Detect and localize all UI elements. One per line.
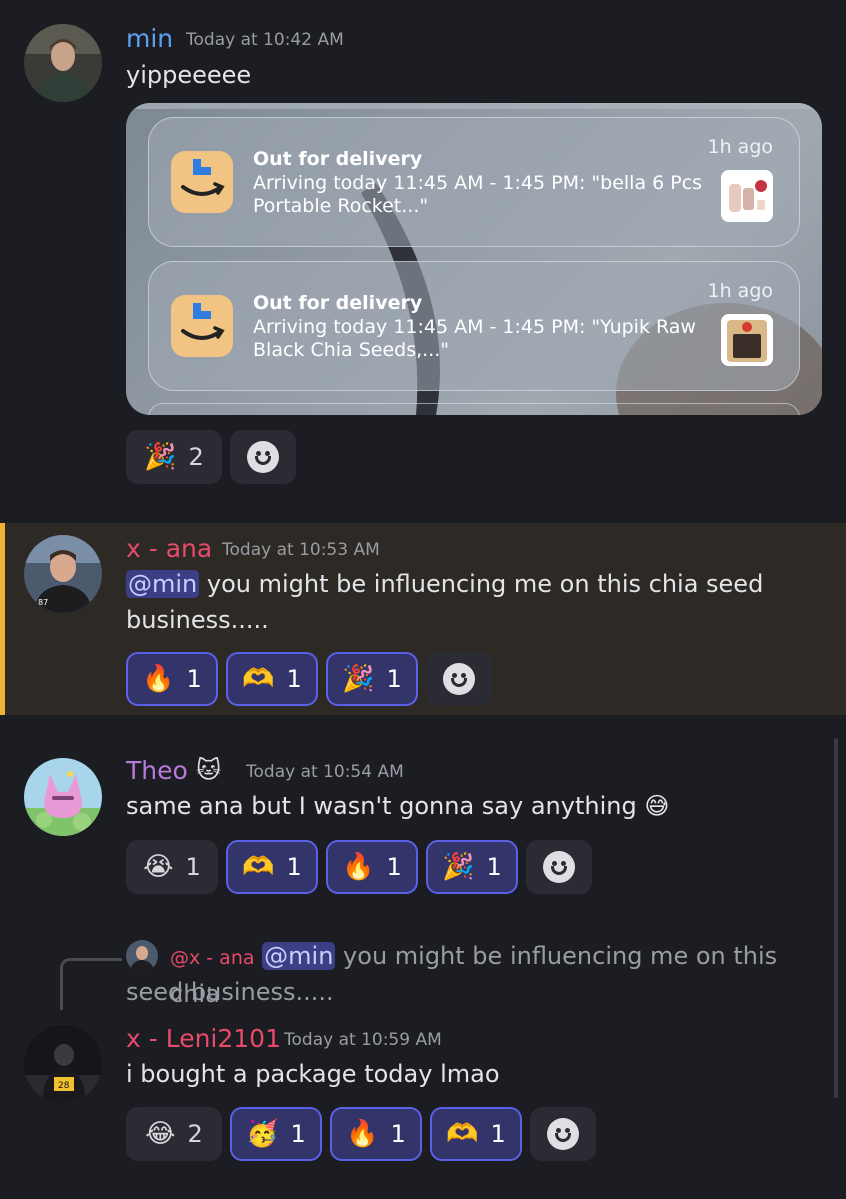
reaction-count: 1 (290, 1120, 306, 1148)
add-reaction-button[interactable] (230, 430, 296, 484)
timestamp: Today at 10:59 AM (284, 1030, 442, 1050)
avatar-min[interactable] (24, 24, 102, 102)
partying-face-icon: 🥳 (246, 1119, 279, 1149)
add-reaction-button[interactable] (530, 1107, 596, 1161)
reaction-partying-face[interactable]: 🥳 1 (230, 1107, 322, 1161)
reaction-count: 1 (286, 665, 302, 693)
reaction-heart-hands[interactable]: 🫶 1 (226, 840, 318, 894)
cat-badge-icon: 🐱 (196, 756, 222, 784)
reaction-fire[interactable]: 🔥 1 (326, 840, 418, 894)
reaction-tears-of-joy[interactable]: 😂 2 (126, 1107, 222, 1161)
notification-body: Arriving today 11:45 AM - 1:45 PM: "bell… (253, 172, 703, 217)
reaction-count: 2 (187, 1120, 203, 1148)
embedded-screenshot[interactable]: Out for delivery Arriving today 11:45 AM… (126, 103, 822, 415)
notification-body: Arriving today 11:45 AM - 1:45 PM: "Yupi… (253, 316, 696, 361)
reaction-count: 1 (386, 665, 402, 693)
party-popper-icon: 🎉 (342, 664, 375, 694)
notification-title: Out for delivery (253, 292, 423, 314)
party-popper-icon: 🎉 (144, 442, 177, 472)
notification-peek (148, 403, 800, 415)
sweat-smile-icon: 😅 (644, 792, 670, 820)
reaction-count: 1 (185, 853, 201, 881)
mention-highlight-bar (0, 523, 5, 715)
reaction-count: 1 (186, 665, 202, 693)
scrollbar[interactable] (834, 738, 838, 1098)
reaction-heart-hands[interactable]: 🫶 1 (430, 1107, 522, 1161)
svg-text:87: 87 (38, 598, 48, 607)
reaction-count: 2 (188, 443, 204, 471)
author-name[interactable]: min (126, 24, 173, 53)
amazon-app-icon (171, 295, 233, 357)
notification-time: 1h ago (707, 280, 774, 302)
message-text-content: same ana but I wasn't gonna say anything (126, 792, 637, 820)
notification-card[interactable]: Out for delivery Arriving today 11:45 AM… (148, 117, 800, 247)
fire-icon: 🔥 (346, 1119, 379, 1149)
loudly-crying-icon: 😭 (143, 852, 174, 882)
reaction-count: 1 (386, 853, 402, 881)
reaction-fire[interactable]: 🔥 1 (330, 1107, 422, 1161)
author-name[interactable]: Theo (126, 756, 188, 785)
add-reaction-button[interactable] (426, 652, 492, 706)
smiley-icon (247, 441, 279, 473)
reaction-count: 1 (486, 853, 502, 881)
fire-icon: 🔥 (342, 852, 375, 882)
heart-hands-icon: 🫶 (242, 664, 275, 694)
add-reaction-button[interactable] (526, 840, 592, 894)
reaction-fire[interactable]: 🔥 1 (126, 652, 218, 706)
timestamp: Today at 10:42 AM (186, 30, 344, 50)
reaction-party[interactable]: 🎉 1 (426, 840, 518, 894)
user-mention[interactable]: @min (126, 570, 200, 598)
avatar-theo[interactable] (24, 758, 102, 836)
author-name[interactable]: x - ana (126, 534, 212, 563)
heart-hands-icon: 🫶 (242, 852, 275, 882)
smiley-icon (547, 1118, 579, 1150)
message-text: i bought a package today lmao (126, 1060, 500, 1088)
fire-icon: 🔥 (142, 664, 175, 694)
notification-card[interactable]: Out for delivery Arriving today 11:45 AM… (148, 261, 800, 391)
reply-text-line2: seed business..... (126, 978, 334, 1006)
reply-connector (60, 958, 122, 1010)
reaction-crying[interactable]: 😭 1 (126, 840, 218, 894)
user-mention[interactable]: @min (262, 942, 336, 970)
reaction-count: 1 (490, 1120, 506, 1148)
avatar-x-ana[interactable]: 87 (24, 535, 102, 613)
amazon-app-icon (171, 151, 233, 213)
message-text: yippeeeee (126, 61, 252, 89)
author-name[interactable]: x - Leni2101 (126, 1024, 281, 1053)
smiley-icon (543, 851, 575, 883)
reaction-party[interactable]: 🎉 2 (126, 430, 222, 484)
reaction-count: 1 (390, 1120, 406, 1148)
party-popper-icon: 🎉 (442, 852, 475, 882)
heart-hands-icon: 🫶 (446, 1119, 479, 1149)
message-text: @min you might be influencing me on this… (126, 566, 816, 638)
svg-text:28: 28 (58, 1081, 70, 1091)
timestamp: Today at 10:53 AM (222, 540, 380, 560)
smiley-icon (443, 663, 475, 695)
product-thumbnail (721, 170, 773, 222)
notification-title: Out for delivery (253, 148, 423, 170)
message-text: same ana but I wasn't gonna say anything… (126, 788, 669, 824)
reaction-heart-hands[interactable]: 🫶 1 (226, 652, 318, 706)
reaction-count: 1 (286, 853, 302, 881)
avatar-x-leni2101[interactable]: 28 (24, 1025, 102, 1103)
reaction-party[interactable]: 🎉 1 (326, 652, 418, 706)
timestamp: Today at 10:54 AM (246, 762, 404, 782)
tears-of-joy-icon: 😂 (145, 1119, 176, 1149)
notification-time: 1h ago (707, 136, 774, 158)
message-text-content: you might be influencing me on this chia… (126, 570, 764, 634)
reply-avatar[interactable] (126, 940, 158, 972)
product-thumbnail (721, 314, 773, 366)
reply-author[interactable]: @x - ana (170, 947, 255, 969)
